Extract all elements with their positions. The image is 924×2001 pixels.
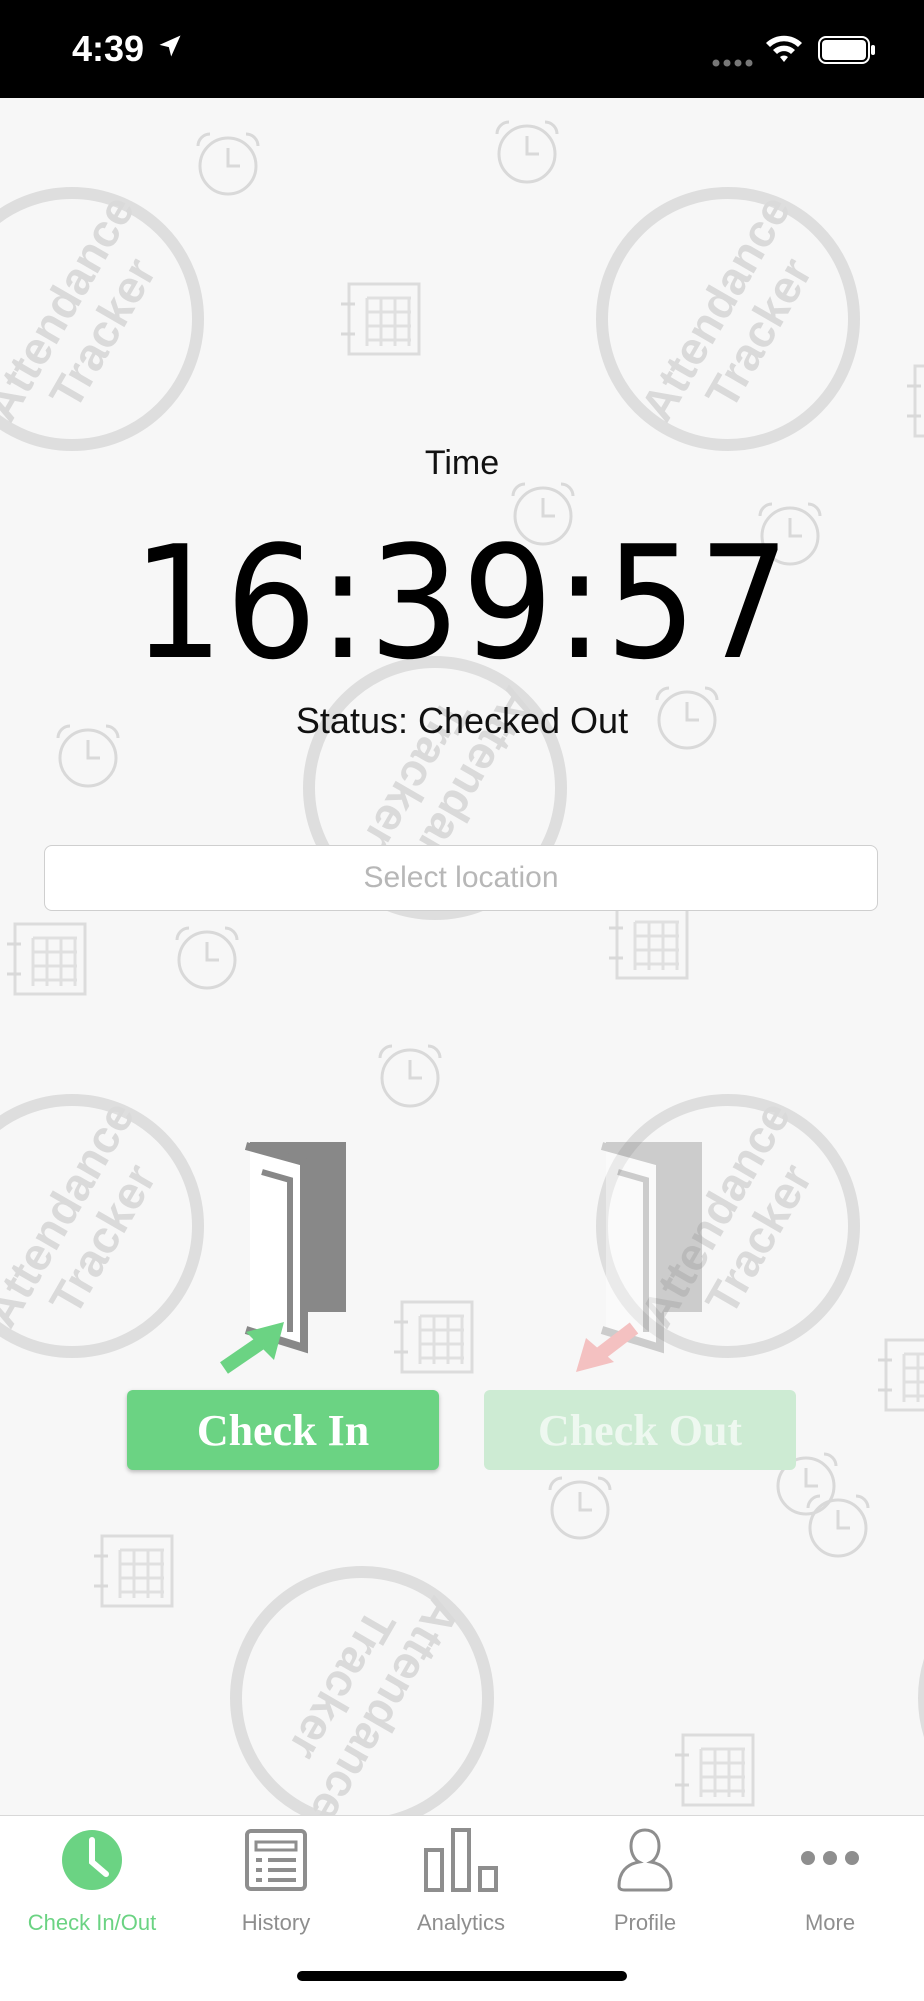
check-in-button[interactable]: Check In [127, 1390, 439, 1470]
battery-icon [818, 36, 876, 69]
clock-display: 16:39:57 [132, 512, 792, 694]
location-select[interactable]: Select location [44, 845, 878, 911]
time-label: Time [424, 444, 500, 482]
tab-label: More [804, 1910, 856, 1935]
check-in-door-icon [216, 1142, 356, 1379]
signal-dots-icon [712, 54, 754, 72]
tab-label: Profile [613, 1910, 677, 1935]
home-indicator [297, 1971, 627, 1981]
status-bar: 4:39 [0, 0, 924, 98]
ellipsis-icon [738, 1828, 922, 1898]
tab-analytics[interactable]: Analytics [369, 1816, 553, 1946]
tab-history[interactable]: History [184, 1816, 368, 1946]
check-out-button[interactable]: Check Out [484, 1390, 796, 1470]
location-placeholder: Select location [363, 861, 559, 894]
bar-chart-icon [369, 1828, 553, 1898]
status-text: Status: Checked Out [295, 700, 629, 741]
check-out-door-icon [572, 1142, 712, 1379]
tab-label: History [241, 1910, 311, 1935]
tab-profile[interactable]: Profile [553, 1816, 737, 1946]
wifi-icon [764, 32, 804, 69]
list-icon [184, 1828, 368, 1898]
tab-label: Check In/Out [27, 1910, 157, 1935]
location-arrow-icon [156, 32, 184, 65]
background-pattern: AttendanceTracker AttendanceTracker Atte… [0, 98, 924, 1816]
person-icon [553, 1828, 737, 1898]
clock-icon [0, 1828, 184, 1898]
status-time: 4:39 [72, 28, 145, 69]
tab-check-in-out[interactable]: Check In/Out [0, 1816, 184, 1946]
tab-more[interactable]: More [738, 1816, 922, 1946]
tab-label: Analytics [416, 1910, 506, 1935]
